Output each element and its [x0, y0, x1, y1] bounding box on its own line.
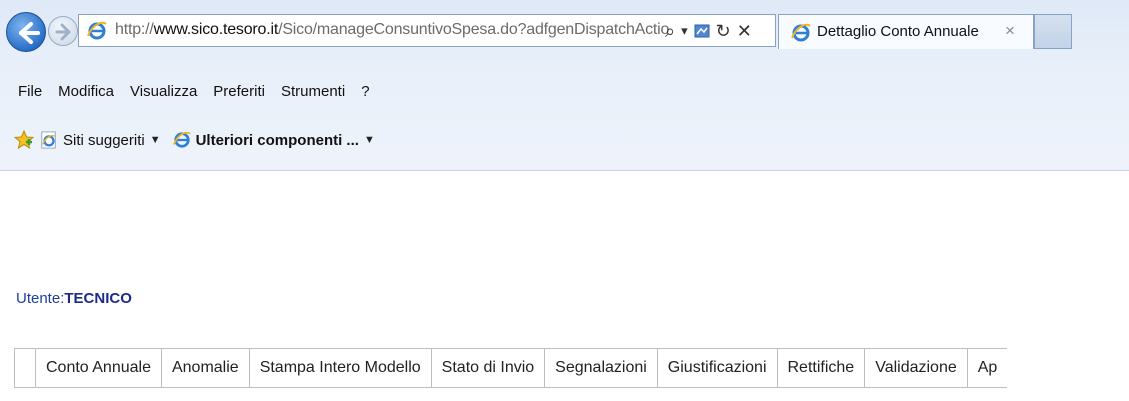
- tab-segnalazioni[interactable]: Segnalazioni: [544, 349, 657, 387]
- forward-arrow-icon: [55, 23, 71, 41]
- address-row: http://www.sico.tesoro.it/Sico/manageCon…: [0, 0, 1129, 72]
- menu-help[interactable]: ?: [353, 78, 377, 106]
- tab-stampa-intero-modello[interactable]: Stampa Intero Modello: [248, 349, 431, 387]
- tab-dettaglio-conto-annuale[interactable]: Dettaglio Conto Annuale ×: [778, 14, 1034, 49]
- back-arrow-icon: [19, 22, 40, 44]
- tab-conto-annuale[interactable]: Conto Annuale: [35, 349, 161, 387]
- back-button[interactable]: [6, 12, 46, 52]
- search-icon[interactable]: ⌕: [665, 20, 675, 42]
- tab-anomalie[interactable]: Anomalie: [160, 349, 249, 387]
- app-tabs-bar: Conto Annuale Anomalie Stampa Intero Mod…: [14, 348, 1008, 388]
- content-divider: [0, 170, 1129, 171]
- menu-bar: File Modifica Visualizza Preferiti Strum…: [0, 78, 378, 106]
- forward-button[interactable]: [48, 16, 78, 46]
- tab-ap[interactable]: Ap: [966, 349, 1008, 387]
- menu-strumenti[interactable]: Strumenti: [273, 78, 353, 106]
- tab-stato-di-invio[interactable]: Stato di Invio: [430, 349, 545, 387]
- chevron-down-icon[interactable]: ▾: [681, 20, 688, 42]
- more-addons-link[interactable]: Ulteriori componenti ...: [196, 132, 359, 149]
- user-info: Utente:TECNICO: [16, 290, 132, 307]
- tab-validazione[interactable]: Validazione: [864, 349, 967, 387]
- menu-preferiti[interactable]: Preferiti: [205, 78, 273, 106]
- chevron-down-icon[interactable]: ▼: [150, 134, 161, 146]
- ie-tab-icon: [791, 23, 811, 42]
- compatibility-view-icon[interactable]: [694, 23, 710, 39]
- suggested-sites-link[interactable]: Siti suggeriti: [63, 132, 145, 149]
- menu-file[interactable]: File: [0, 78, 50, 106]
- favorites-bar: Siti suggeriti ▼ Ulteriori componenti ..…: [0, 124, 381, 156]
- new-tab-button[interactable]: [1034, 14, 1072, 49]
- ie-suggested-sites-icon: [41, 131, 56, 149]
- tab-rettifiche[interactable]: Rettifiche: [776, 349, 865, 387]
- browser-chrome: http://www.sico.tesoro.it/Sico/manageCon…: [0, 0, 1129, 170]
- user-label: Utente:: [16, 290, 65, 307]
- menu-visualizza[interactable]: Visualizza: [122, 78, 205, 106]
- stop-icon[interactable]: ✕: [737, 20, 752, 42]
- chevron-down-icon[interactable]: ▼: [364, 134, 375, 146]
- ie-addons-icon: [172, 131, 191, 148]
- address-tools: ⌕ ▾ ↻ ✕: [665, 19, 752, 43]
- url-text[interactable]: http://www.sico.tesoro.it/Sico/manageCon…: [115, 21, 669, 39]
- user-name: TECNICO: [64, 290, 132, 307]
- tab-title: Dettaglio Conto Annuale: [817, 23, 979, 40]
- ie-page-icon: [87, 21, 107, 40]
- menu-modifica[interactable]: Modifica: [50, 78, 122, 106]
- refresh-icon[interactable]: ↻: [716, 20, 731, 42]
- tab-spacer: [14, 349, 35, 387]
- favorites-star-icon[interactable]: [14, 130, 34, 150]
- tab-giustificazioni[interactable]: Giustificazioni: [656, 349, 777, 387]
- close-icon[interactable]: ×: [1005, 21, 1015, 41]
- address-bar[interactable]: http://www.sico.tesoro.it/Sico/manageCon…: [78, 14, 776, 47]
